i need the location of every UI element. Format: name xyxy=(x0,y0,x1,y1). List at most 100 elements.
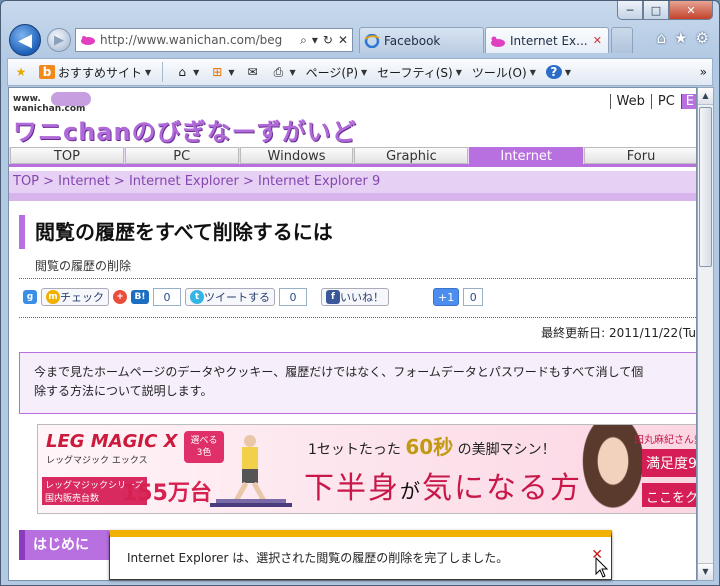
divider xyxy=(19,317,696,318)
check-label: チェック xyxy=(60,291,104,304)
stop-icon[interactable]: ✕ xyxy=(338,33,348,48)
address-input[interactable]: http://www.wanichan.com/beg xyxy=(100,33,300,47)
new-tab-button[interactable] xyxy=(611,27,633,53)
page-menu[interactable]: ページ(P) ▼ xyxy=(306,64,368,81)
command-bar: ★ b おすすめサイト ▼ ⌂ ▼ ⊞ ▼ ✉ ⎙ ▼ ページ(P) ▼ セーフ… xyxy=(7,58,713,86)
separator xyxy=(162,62,164,82)
hatena-count: 0 xyxy=(153,288,181,306)
maximize-button[interactable]: □ xyxy=(643,1,669,20)
chevron-down-icon: ▼ xyxy=(564,67,571,77)
facebook-icon: f xyxy=(326,290,340,304)
banner-headline-b: が xyxy=(400,479,422,503)
banner-headline: 下半身が気になる方 xyxy=(304,463,582,507)
tools-gear-icon[interactable]: ⚙ xyxy=(696,29,709,47)
banner-headline-c: 気になる方 xyxy=(422,471,582,506)
google-bookmark-icon[interactable]: g xyxy=(23,290,37,304)
banner-click-here[interactable]: ここをク xyxy=(642,483,696,507)
dropdown-icon[interactable]: ▾ xyxy=(312,33,318,48)
close-window-button[interactable]: ✕ xyxy=(669,1,713,20)
nav-graphic[interactable]: Graphic xyxy=(354,147,469,164)
mixi-check-icon: m xyxy=(46,290,60,304)
forward-button[interactable]: ▶ xyxy=(47,28,71,52)
page-subtitle: 閲覧の履歴の削除 xyxy=(35,259,132,273)
notification-bar: Internet Explorer は、選択された閲覧の履歴の削除を完了しました… xyxy=(109,530,612,580)
logo-crocodile-icon xyxy=(51,92,91,106)
breadcrumb[interactable]: TOP > Internet > Internet Explorer > Int… xyxy=(9,171,696,193)
vertical-scrollbar[interactable]: ▲ ▼ xyxy=(697,87,714,581)
section-heading: はじめに xyxy=(19,530,109,560)
favorites-star-icon[interactable]: ★ xyxy=(674,29,687,47)
tab-internet-explorer[interactable]: Internet Ex... ✕ xyxy=(485,27,609,53)
scroll-up-icon[interactable]: ▲ xyxy=(698,88,713,105)
banner-sales-count: 155万台 xyxy=(122,481,212,506)
plus-one-label: +1 xyxy=(438,290,455,304)
home-icon[interactable]: ⌂ xyxy=(657,29,667,47)
chevron-down-icon: ▼ xyxy=(145,67,152,77)
facebook-like-button[interactable]: f いいね！ xyxy=(321,288,389,306)
refresh-icon[interactable]: ↻ xyxy=(323,33,333,48)
page-title: 閲覧の履歴をすべて削除するには xyxy=(19,215,333,249)
hatena-bookmark-icon[interactable]: B! xyxy=(131,290,149,304)
tab-label: Internet Ex... xyxy=(510,33,588,48)
tab-close-icon[interactable]: ✕ xyxy=(593,34,602,47)
address-controls: ⌕ ▾ ↻ ✕ xyxy=(300,33,352,48)
yahoo-bookmark-icon[interactable]: + xyxy=(113,290,127,304)
back-button[interactable]: ◀ xyxy=(9,24,41,56)
nav-top[interactable]: TOP xyxy=(10,147,124,164)
chevron-down-icon: ▼ xyxy=(361,67,368,77)
nav-windows[interactable]: Windows xyxy=(239,147,354,164)
site-favicon-icon xyxy=(491,36,505,47)
safety-menu[interactable]: セーフティ(S) ▼ xyxy=(377,64,462,81)
toolbar-extend-button[interactable]: » xyxy=(700,65,707,79)
top-link-e[interactable]: E xyxy=(680,94,696,109)
top-link-pc[interactable]: PC xyxy=(650,94,681,109)
address-bar[interactable]: http://www.wanichan.com/beg ⌕ ▾ ↻ ✕ xyxy=(75,28,353,52)
leg-machine-image xyxy=(210,435,292,507)
scroll-thumb[interactable] xyxy=(699,107,712,267)
browser-window: ─ □ ✕ ◀ ▶ http://www.wanichan.com/beg ⌕ … xyxy=(0,0,720,586)
minimize-button[interactable]: ─ xyxy=(617,1,643,20)
banner-copy-pre: 1セットたった xyxy=(308,442,401,458)
home-button[interactable]: ⌂ ▼ xyxy=(174,65,199,79)
suggested-sites-button[interactable]: b おすすめサイト ▼ xyxy=(39,64,151,81)
search-icon[interactable]: ⌕ xyxy=(300,33,307,48)
like-label: いいね！ xyxy=(340,291,384,304)
top-link-web[interactable]: Web xyxy=(609,94,651,109)
site-header: www. wanichan.com ワニchanのびぎなーずがいど Web PC… xyxy=(9,88,696,147)
google-plus-one-button[interactable]: +1 xyxy=(433,288,460,306)
hatena-label: B! xyxy=(134,292,146,302)
nav-pc[interactable]: PC xyxy=(124,147,239,164)
favorites-add-button[interactable]: ★ xyxy=(13,65,29,79)
global-nav: TOP PC Windows Graphic Internet Foru xyxy=(9,147,696,167)
site-logo[interactable]: ワニchanのびぎなーずがいど xyxy=(13,112,357,147)
tab-facebook[interactable]: Facebook xyxy=(359,27,484,53)
section-accent xyxy=(19,530,25,560)
check-button[interactable]: m チェック xyxy=(41,288,109,306)
printer-icon: ⎙ xyxy=(273,65,284,79)
feeds-button[interactable]: ⊞ ▼ xyxy=(209,65,234,79)
navigation-bar: ◀ ▶ http://www.wanichan.com/beg ⌕ ▾ ↻ ✕ … xyxy=(7,23,713,57)
site-favicon-icon xyxy=(81,36,95,45)
help-icon: ? xyxy=(545,65,562,79)
last-updated: 最終更新日: 2011/11/22(Tu xyxy=(541,326,696,340)
help-menu[interactable]: ? ▼ xyxy=(545,65,571,79)
print-button[interactable]: ⎙ ▼ xyxy=(270,65,296,79)
chevron-down-icon: ▼ xyxy=(529,67,536,77)
tools-menu[interactable]: ツール(O) ▼ xyxy=(472,64,536,81)
top-links: Web PC E xyxy=(609,94,696,109)
nav-internet[interactable]: Internet xyxy=(469,147,584,164)
ie-page-icon xyxy=(364,33,380,48)
social-buttons: g m チェック + B! 0 t ツイートする 0 f いいね！ +1 0 xyxy=(23,286,484,308)
banner-brand-sub: レッグマジック エックス xyxy=(46,456,148,466)
scroll-down-icon[interactable]: ▼ xyxy=(698,563,713,580)
page-menu-label: ページ(P) xyxy=(305,65,359,80)
chevron-down-icon: ▼ xyxy=(455,67,462,77)
nav-forum[interactable]: Foru xyxy=(584,147,696,164)
tweet-button[interactable]: t ツイートする xyxy=(185,288,275,306)
chevron-down-icon: ▼ xyxy=(228,67,235,77)
forward-arrow-icon: ▶ xyxy=(54,32,64,48)
mail-button[interactable]: ✉ xyxy=(244,65,260,79)
ad-banner[interactable]: LEG MAGIC X レッグマジック エックス 選べる 3色 レッグマジックシ… xyxy=(37,424,696,514)
chevron-down-icon: ▼ xyxy=(193,67,200,77)
tab-label: Facebook xyxy=(384,33,441,48)
